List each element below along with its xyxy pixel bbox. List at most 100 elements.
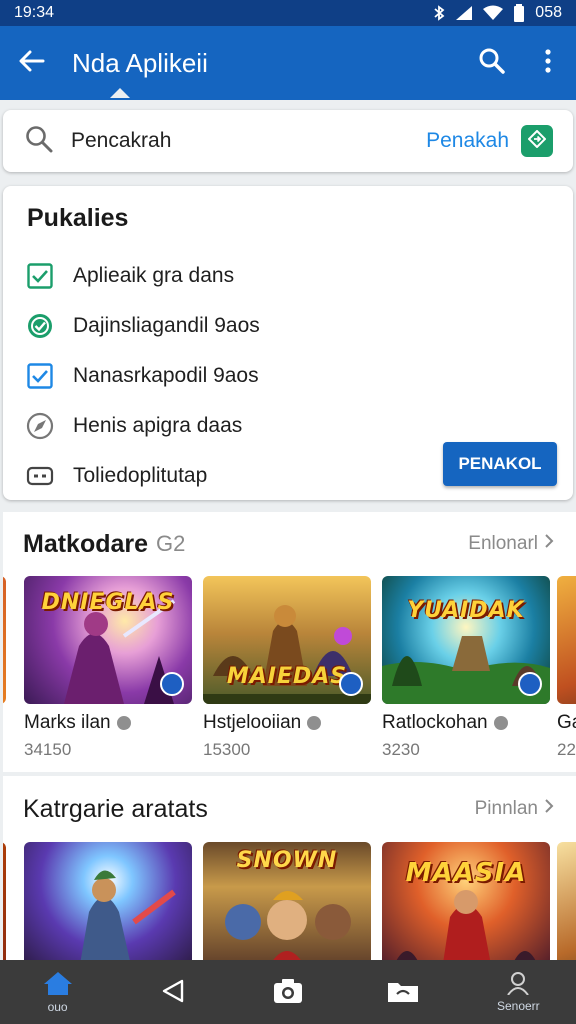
search-icon	[478, 47, 506, 80]
info-dot-icon	[493, 716, 508, 730]
camera-icon	[273, 978, 303, 1007]
arrow-left-icon	[19, 50, 45, 77]
profile-icon	[506, 971, 530, 998]
section-title: Katrgarie aratats	[23, 794, 208, 823]
home-icon	[42, 970, 74, 999]
nav-profile-label: Senoerr	[496, 999, 540, 1013]
see-more-label: Enlonarl	[468, 533, 538, 554]
chevron-right-icon	[544, 533, 554, 555]
chevron-right-icon	[544, 798, 554, 820]
app-card[interactable]	[24, 842, 192, 960]
app-thumbnail: SNOWN	[203, 842, 371, 960]
status-bar: 19:34 058	[0, 0, 576, 26]
app-thumbnail: MAASIA	[382, 842, 550, 960]
nav-back[interactable]	[133, 960, 213, 1024]
app-name: Ga	[557, 712, 576, 733]
app-thumbnail	[557, 842, 576, 960]
bottom-navigation: ouo Senoerr	[0, 960, 576, 1024]
controller-icon[interactable]	[25, 461, 55, 491]
verified-badge-icon	[160, 672, 184, 696]
verified-badge-icon	[339, 672, 363, 696]
app-card[interactable]	[557, 842, 576, 960]
checkbox-checked-icon[interactable]	[25, 261, 55, 291]
app-thumbnail: MAIEDAS	[203, 576, 371, 704]
filter-title: Pukalies	[27, 204, 129, 232]
app-name: Hstjelooiian	[203, 712, 302, 733]
app-bar: Nda Aplikeii	[0, 26, 576, 100]
filter-option-label: Dajinsliagandil 9aos	[73, 314, 260, 337]
partial-card-thumbnail[interactable]	[3, 576, 6, 704]
diamond-arrow-icon	[527, 129, 547, 153]
app-card[interactable]: SNOWN	[203, 842, 371, 960]
search-input[interactable]	[71, 129, 427, 153]
folder-icon	[387, 979, 419, 1006]
app-card[interactable]: YUAIDAK Ratlockohan 3230	[382, 576, 550, 760]
back-triangle-icon	[160, 978, 186, 1007]
bluetooth-icon	[433, 5, 445, 21]
check-circle-icon[interactable]	[25, 311, 55, 341]
tab-indicator	[110, 88, 130, 98]
app-thumbnail: YUAIDAK	[382, 576, 550, 704]
app-thumbnail: DNIEGLAS	[24, 576, 192, 704]
search-bar: Penakah	[3, 110, 573, 172]
status-time: 19:34	[14, 4, 55, 21]
app-name: Ratlockohan	[382, 712, 488, 733]
app-price: 3230	[382, 740, 420, 759]
filter-option-2[interactable]: Dajinsliagandil 9aos	[25, 301, 551, 351]
nav-home[interactable]: ouo	[18, 960, 98, 1024]
compass-icon[interactable]	[25, 411, 55, 441]
app-card[interactable]: Ga 22	[557, 576, 576, 760]
filter-option-label: Henis apigra daas	[73, 414, 243, 437]
info-dot-icon	[116, 716, 131, 730]
see-more-label: Pinnlan	[474, 798, 538, 819]
more-vert-icon	[545, 48, 551, 78]
popular-row: DNIEGLAS Marks ilan 34150 MAIEDAS Hstjel…	[3, 576, 576, 772]
nav-profile[interactable]: Senoerr	[478, 960, 558, 1024]
app-name: Marks ilan	[24, 712, 111, 733]
section-title: Matkodare	[23, 529, 149, 558]
verified-badge-icon	[518, 672, 542, 696]
app-title: Nda Aplikeii	[72, 47, 208, 78]
search-button[interactable]	[464, 26, 520, 100]
category-row: SNOWN MAASIA	[3, 842, 576, 960]
thumbnail-art-text: YUAIDAK	[407, 598, 525, 623]
search-go-button[interactable]	[521, 125, 553, 157]
section-count: G2	[156, 531, 186, 556]
back-button[interactable]	[0, 26, 64, 100]
filter-option-label: Aplieaik gra dans	[73, 264, 235, 287]
more-button[interactable]	[520, 26, 576, 100]
wifi-icon	[483, 5, 504, 21]
filter-option-label: Nanasrkapodil 9aos	[73, 364, 259, 387]
thumbnail-art-text: SNOWN	[236, 848, 338, 873]
nav-home-label: ouo	[47, 1000, 68, 1014]
filter-option-3[interactable]: Nanasrkapodil 9aos	[25, 351, 551, 401]
nav-camera[interactable]	[248, 960, 328, 1024]
see-more-link[interactable]: Enlonarl	[468, 533, 554, 555]
filter-option-label: Toliedoplitutap	[73, 464, 208, 487]
info-dot-icon	[307, 716, 322, 730]
app-price: 22	[557, 740, 576, 759]
search-icon	[25, 125, 53, 158]
battery-icon	[513, 4, 525, 22]
partial-card-thumbnail[interactable]	[3, 842, 6, 960]
app-thumbnail	[557, 576, 576, 704]
filter-option-1[interactable]: Aplieaik gra dans	[25, 251, 551, 301]
signal-icon	[455, 5, 473, 21]
battery-level: 058	[535, 4, 562, 21]
see-more-link[interactable]: Pinnlan	[475, 798, 554, 820]
app-thumbnail	[24, 842, 192, 960]
thumbnail-art-text: DNIEGLAS	[41, 590, 175, 615]
search-action-link[interactable]: Penakah	[426, 129, 509, 153]
nav-folder[interactable]	[363, 960, 443, 1024]
thumbnail-art-text: MAASIA	[405, 858, 527, 888]
category-section: Katrgarie aratats Pinnlan SNOWN MAASIA	[3, 776, 576, 960]
popular-section: Matkodare G2 Enlonarl DNIEGLAS Marks ila…	[3, 512, 576, 772]
app-card[interactable]: DNIEGLAS Marks ilan 34150	[24, 576, 192, 760]
app-card[interactable]: MAIEDAS Hstjelooiian 15300	[203, 576, 371, 760]
checkbox-blue-icon[interactable]	[25, 361, 55, 391]
app-price: 15300	[203, 740, 251, 759]
app-card[interactable]: MAASIA	[382, 842, 550, 960]
app-price: 34150	[24, 740, 72, 759]
apply-filter-button[interactable]: PENAKOL	[443, 442, 557, 486]
filter-panel: Pukalies Aplieaik gra dans Dajinsliagand…	[3, 186, 573, 500]
